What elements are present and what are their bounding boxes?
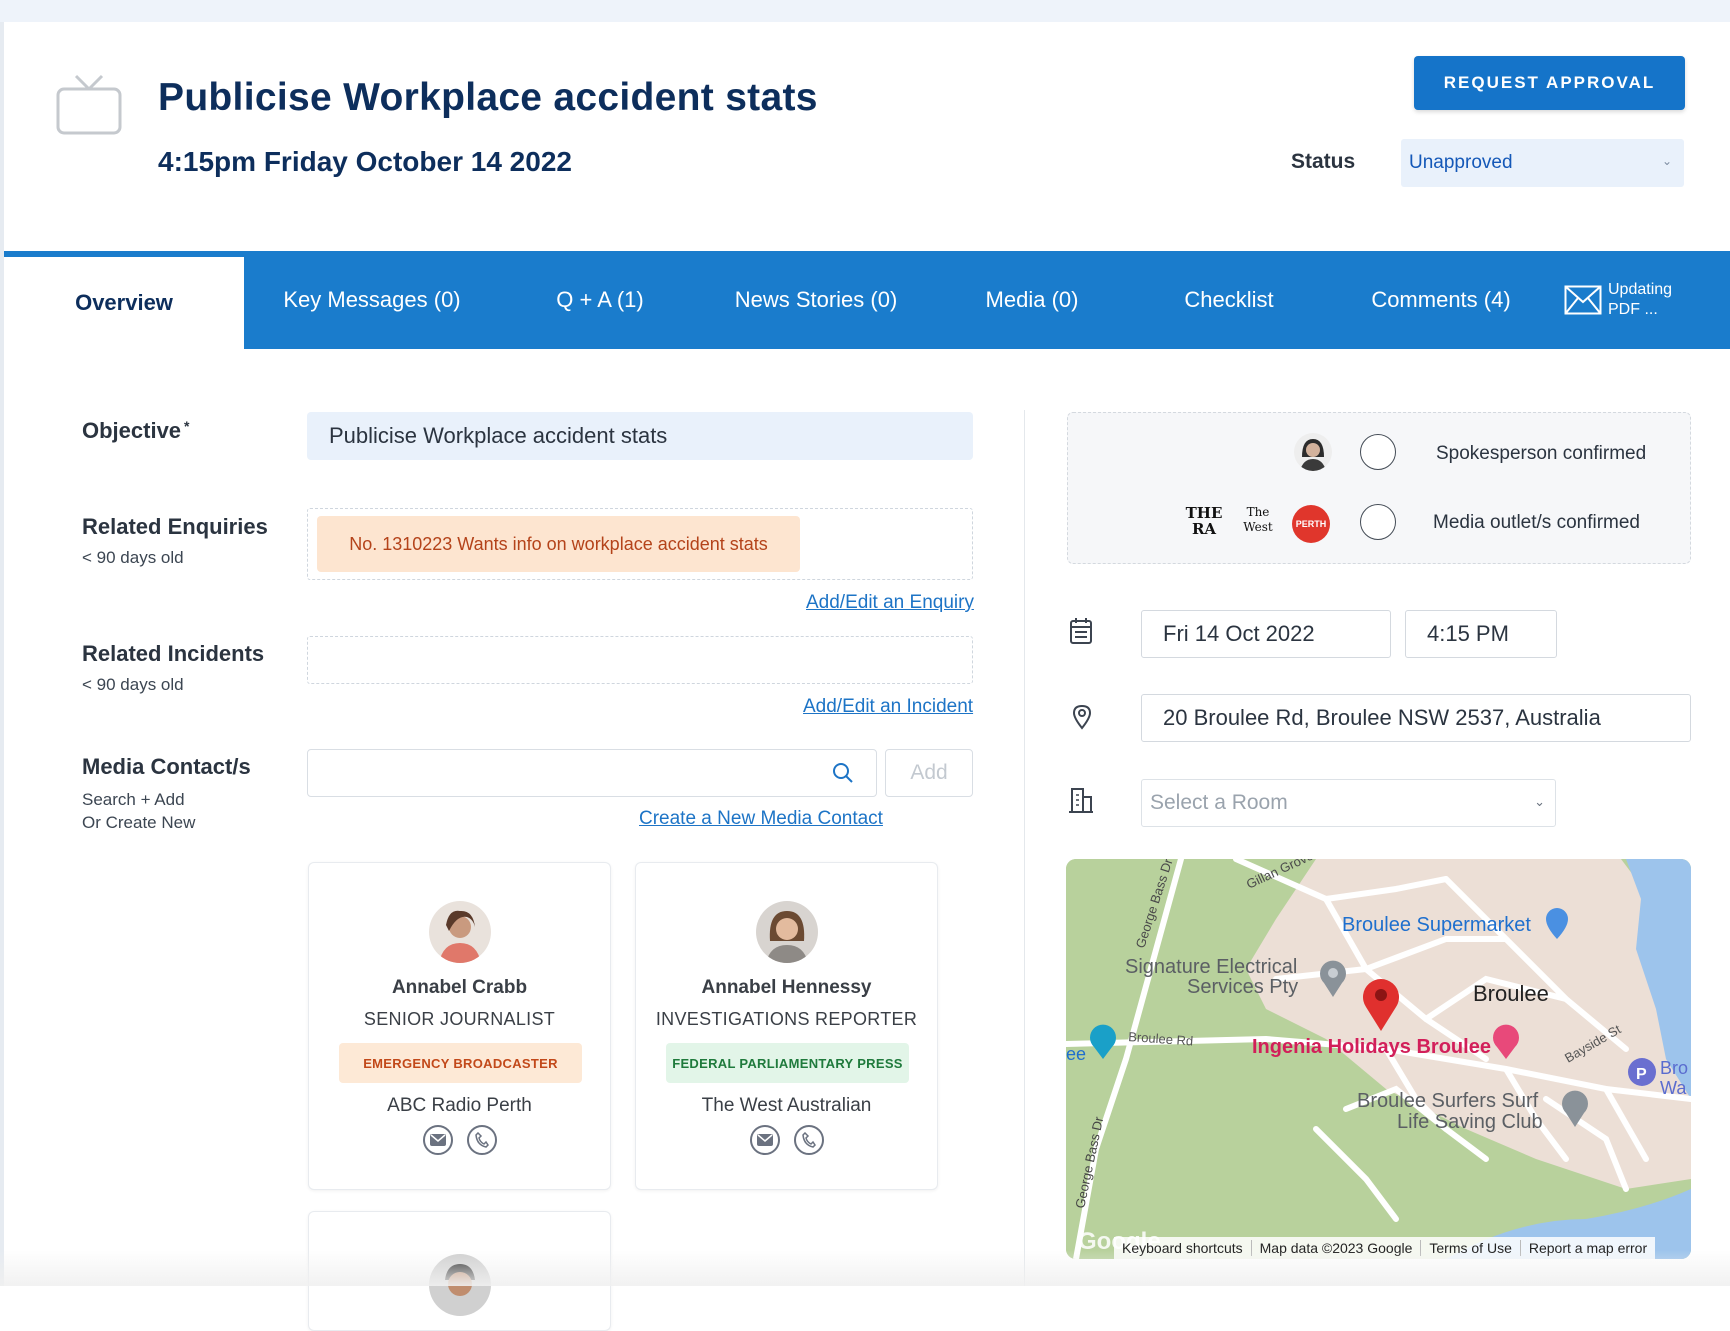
map-label-signature-2: Services Pty [1187,976,1298,998]
media-contacts-label: Media Contact/s [82,754,251,779]
map-label-edge-wa: Wa [1660,1078,1687,1098]
objective-label: Objective * [82,418,190,443]
top-strip [0,0,1730,22]
avatar [756,901,818,963]
chevron-down-icon: ⌄ [1661,154,1672,168]
map-label-edge-bro: Bro [1660,1058,1688,1078]
email-icon[interactable] [749,1125,780,1155]
related-incidents-hint: < 90 days old [82,675,184,694]
location-map[interactable]: Gillan Grove George Bass Dr Broulee Supe… [1066,859,1691,1259]
column-divider [1024,410,1025,1286]
contact-outlet: ABC Radio Perth [387,1095,532,1116]
incidents-dropzone[interactable] [307,636,973,684]
add-edit-incident-link[interactable]: Add/Edit an Incident [803,696,973,718]
tab-overview[interactable]: Overview [4,257,244,349]
related-incidents-label: Related Incidents [82,641,265,666]
avatar [429,901,491,963]
contact-tag: EMERGENCY BROADCASTER [339,1043,582,1083]
tab-key-messages[interactable]: Key Messages (0) [244,251,500,349]
room-select[interactable]: Select a Room ⌄ [1141,779,1556,827]
phone-icon[interactable] [466,1125,497,1155]
time-input[interactable]: 4:15 PM [1405,610,1557,658]
map-label-ingenia: Ingenia Holidays Broulee [1252,1036,1491,1058]
add-contact-button[interactable]: Add [885,749,973,797]
contact-tag: FEDERAL PARLIAMENTARY PRESS [666,1043,909,1083]
spokesperson-avatar [1294,433,1332,471]
enquiry-chip[interactable]: No. 1310223 Wants info on workplace acci… [317,516,800,572]
related-enquiries-label: Related Enquiries [82,514,268,539]
contact-card[interactable]: Annabel Hennessy INVESTIGATIONS REPORTER… [635,862,938,1190]
outlet-logo-3: PERTH [1292,505,1330,543]
calendar-icon [1070,618,1092,644]
tab-checklist[interactable]: Checklist [1132,251,1326,349]
media-outlets-confirmed-radio[interactable] [1360,504,1396,540]
outlet-logo-2: The West [1243,505,1273,534]
map-label-supermarket: Broulee Supermarket [1342,914,1531,936]
outlet-logo-3-text: PERTH [1295,519,1327,529]
chevron-down-icon: ⌄ [1534,794,1545,809]
map-label-surf-2: Life Saving Club [1397,1111,1543,1133]
add-edit-enquiry-link[interactable]: Add/Edit an Enquiry [806,592,974,614]
tab-news-stories[interactable]: News Stories (0) [700,251,932,349]
event-datetime: 4:15pm Friday October 14 2022 [158,146,572,177]
spokesperson-confirmed-radio[interactable] [1360,434,1396,470]
status-label: Status [1291,150,1356,173]
search-icon [833,763,853,783]
contact-name: Annabel Hennessy [701,977,872,998]
envelope-icon [1564,285,1602,315]
page-title: Publicise Workplace accident stats [158,76,818,119]
media-contact-search-input[interactable] [307,749,877,797]
contact-outlet: The West Australian [701,1095,872,1116]
media-contacts-hint-1: Search + Add [82,790,185,809]
map-canvas: Gillan Grove George Bass Dr Broulee Supe… [1066,859,1691,1259]
building-icon [1069,788,1093,813]
contact-role: SENIOR JOURNALIST [363,1009,556,1029]
spokesperson-confirmed-label: Spokesperson confirmed [1436,443,1647,464]
contact-name: Annabel Crabb [391,977,528,998]
map-label-broulee: Broulee [1473,981,1549,1006]
map-label-surf-1: Broulee Surfers Surf [1357,1090,1539,1112]
request-approval-button[interactable]: REQUEST APPROVAL [1414,56,1685,110]
media-outlets-confirmed-label: Media outlet/s confirmed [1433,512,1640,533]
confirmation-panel: Spokesperson confirmed THE RA The West P… [1067,412,1691,564]
tab-q-and-a[interactable]: Q + A (1) [500,251,700,349]
svg-text:P: P [1636,1066,1647,1083]
room-select-placeholder: Select a Room [1150,791,1288,814]
objective-input[interactable]: Publicise Workplace accident stats [307,412,973,460]
pdf-export[interactable]: Updating PDF ... [1564,251,1672,349]
date-input[interactable]: Fri 14 Oct 2022 [1141,610,1391,658]
status-value: Unapproved [1409,152,1513,173]
map-label-signature-1: Signature Electrical [1125,956,1297,978]
address-input[interactable]: 20 Broulee Rd, Broulee NSW 2537, Austral… [1141,694,1691,742]
media-contacts-hint-2: Or Create New [82,813,196,832]
contact-card[interactable]: Annabel Crabb SENIOR JOURNALIST EMERGENC… [308,862,611,1190]
tab-comments[interactable]: Comments (4) [1326,251,1556,349]
phone-icon[interactable] [793,1125,824,1155]
email-icon[interactable] [422,1125,453,1155]
create-media-contact-link[interactable]: Create a New Media Contact [639,808,883,830]
required-marker: * [184,418,190,434]
related-enquiries-hint: < 90 days old [82,548,184,567]
tab-media[interactable]: Media (0) [932,251,1132,349]
pdf-status-line2: PDF ... [1608,301,1658,318]
left-edge [0,22,4,1286]
bottom-fade [0,1250,1730,1286]
tab-bar: Overview Key Messages (0) Q + A (1) News… [4,251,1730,349]
outlet-logo-1: THE RA [1185,504,1223,538]
pdf-status-line1: Updating [1608,281,1673,298]
tv-icon [56,74,122,135]
status-select[interactable]: Unapproved ⌄ [1401,139,1684,187]
contact-role: INVESTIGATIONS REPORTER [655,1009,918,1029]
map-label-edge-ee: ee [1066,1044,1086,1064]
location-pin-icon [1072,704,1092,730]
